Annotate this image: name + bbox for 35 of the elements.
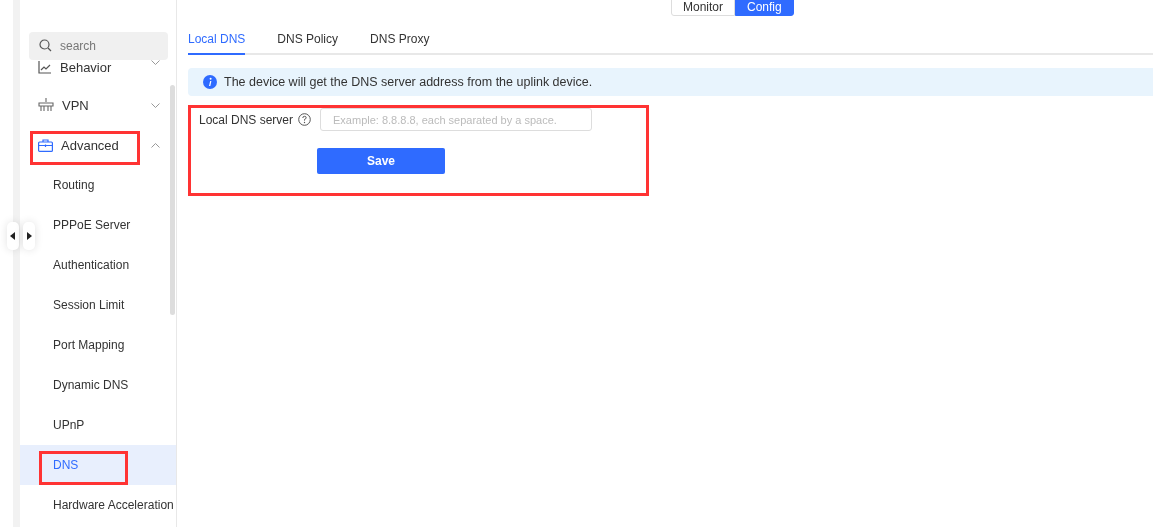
- dns-server-field[interactable]: Example: 8.8.8.8, each separated by a space.: [320, 108, 593, 131]
- menu-item[interactable]: Authentication: [20, 245, 176, 285]
- field-label: Local DNS server: [199, 112, 294, 127]
- menu-group[interactable]: Behavior: [20, 60, 176, 85]
- search-icon: [39, 39, 52, 52]
- tab[interactable]: DNS Proxy: [370, 30, 430, 55]
- search-field[interactable]: search: [29, 32, 168, 60]
- menu-item[interactable]: UPnP: [20, 405, 176, 445]
- mode-button[interactable]: Config: [735, 0, 794, 16]
- save-button[interactable]: Save: [317, 148, 445, 174]
- line-chart-icon: [38, 60, 52, 74]
- menu-label: Behavior: [60, 60, 113, 75]
- network-icon: [38, 98, 54, 112]
- menu-item[interactable]: Dynamic DNS: [20, 365, 176, 405]
- menu-item[interactable]: Routing: [20, 165, 176, 205]
- mode-button[interactable]: Monitor: [671, 0, 735, 16]
- info-text: The device will get the DNS server address from the uplink device.: [224, 75, 593, 89]
- menu-label: Advanced: [61, 137, 120, 153]
- menu-group[interactable]: VPN: [20, 85, 176, 125]
- briefcase-icon: [38, 138, 53, 152]
- scrollbar-thumb[interactable]: [170, 85, 175, 315]
- menu-item[interactable]: Port Mapping: [20, 325, 176, 365]
- tab[interactable]: Local DNS: [188, 30, 246, 55]
- collapse-toggle[interactable]: [7, 222, 35, 250]
- right-triangle-icon: [23, 222, 35, 250]
- menu-item[interactable]: Hardware Acceleration: [20, 485, 176, 525]
- info-icon: [203, 75, 217, 89]
- help-icon[interactable]: [298, 113, 312, 126]
- menu-label: VPN: [62, 97, 90, 113]
- menu-item[interactable]: Session Limit: [20, 285, 176, 325]
- tab[interactable]: DNS Policy: [277, 30, 339, 55]
- menu-item[interactable]: PPPoE Server: [20, 205, 176, 245]
- left-triangle-icon: [7, 222, 19, 250]
- menu-group[interactable]: Advanced: [20, 125, 176, 165]
- menu-item[interactable]: DNS: [20, 445, 176, 485]
